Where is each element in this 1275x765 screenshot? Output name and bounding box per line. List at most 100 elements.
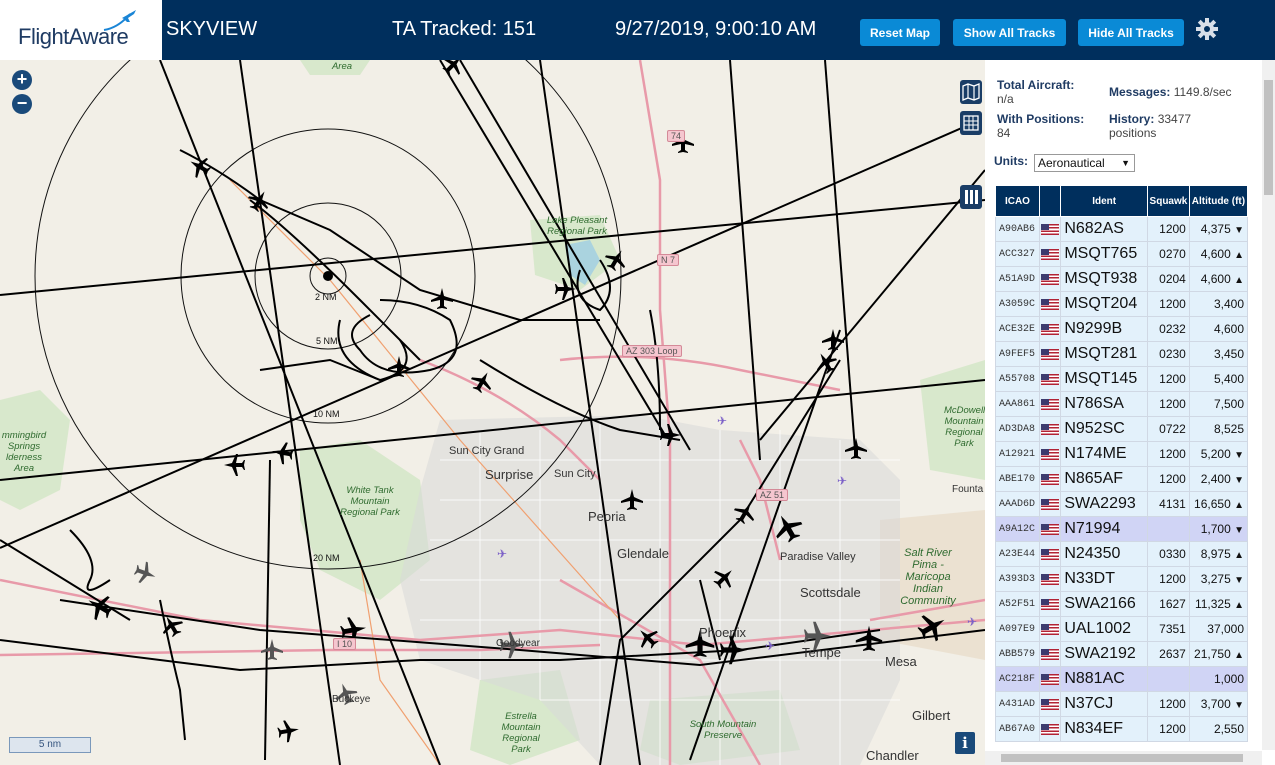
icao-cell: AB67A0 [995,716,1040,742]
table-row[interactable]: AC218F N881AC 1,000 [995,666,1249,692]
squawk-cell: 1200 [1147,716,1190,742]
us-flag-icon [1040,598,1059,610]
flag-cell [1038,391,1062,417]
sidebar-toggle-button[interactable] [960,185,982,209]
zoom-out-button[interactable]: − [12,94,32,114]
sidebar-horizontal-scrollbar[interactable] [985,751,1262,765]
us-flag-icon [1040,723,1059,735]
aircraft-icon[interactable] [601,244,632,275]
grid-toggle-button[interactable] [960,111,982,135]
ident-cell: N24350 [1060,541,1149,567]
aircraft-icon[interactable] [184,151,215,182]
table-row[interactable]: A431AD N37CJ 1200 3,700 ▼ [995,691,1249,717]
aircraft-icon[interactable] [845,438,867,459]
aircraft-icon[interactable] [270,440,295,466]
aircraft-icon[interactable] [913,607,952,646]
sidebar-vertical-scrollbar[interactable] [1262,60,1275,750]
table-row[interactable]: A393D3 N33DT 1200 3,275 ▼ [995,566,1249,592]
aircraft-icon[interactable] [244,185,275,216]
flightaware-logo[interactable]: FlightAware [0,0,162,60]
aircraft-icon[interactable] [156,610,187,641]
aircraft-icon[interactable] [131,559,160,588]
column-header-squawk[interactable]: Squawk [1147,185,1190,217]
gear-icon[interactable] [1195,17,1219,41]
show-all-tracks-button[interactable]: Show All Tracks [953,19,1066,46]
altitude-trend-icon: ▲ [1234,500,1244,511]
ident-cell: SWA2293 [1060,491,1149,517]
icao-cell: A3059C [995,291,1040,317]
hide-all-tracks-button[interactable]: Hide All Tracks [1078,19,1184,46]
squawk-cell: 0232 [1147,316,1190,342]
table-row[interactable]: A90AB6 N682AS 1200 4,375 ▼ [995,216,1249,242]
units-select[interactable]: Aeronautical ▼ [1034,154,1135,172]
column-header-flag[interactable] [1038,185,1062,217]
aircraft-icon[interactable] [768,508,807,547]
column-header-altitude[interactable]: Altitude (ft) [1188,185,1249,217]
table-row[interactable]: AAAD6D SWA2293 4131 16,650 ▲ [995,491,1249,517]
table-row[interactable]: A52F51 SWA2166 1627 11,325 ▲ [995,591,1249,617]
ident-cell: N71994 [1060,516,1149,542]
aircraft-icon[interactable] [276,718,301,744]
flag-cell [1038,666,1062,692]
road-shield: AZ 303 Loop [622,345,682,357]
table-row[interactable]: A3059C MSQT204 1200 3,400 [995,291,1249,317]
altitude-value: 3,275 [1200,572,1231,586]
icao-cell: A52F51 [995,591,1040,617]
table-row[interactable]: ACE32E N9299B 0232 4,600 [995,316,1249,342]
aircraft-icon[interactable] [431,288,453,309]
flag-cell [1038,466,1062,492]
aircraft-icon[interactable] [632,622,663,653]
aircraft-icon[interactable] [822,329,844,350]
table-row[interactable]: AD3DA8 N952SC 0722 8,525 [995,416,1249,442]
table-row[interactable]: ABB579 SWA2192 2637 21,750 ▲ [995,641,1249,667]
aircraft-icon[interactable] [709,562,740,593]
table-row[interactable]: ACC327 MSQT765 0270 4,600 ▲ [995,241,1249,267]
flag-cell [1038,366,1062,392]
aircraft-icon[interactable] [660,424,681,446]
map-layers-button[interactable] [960,80,982,104]
column-header-icao[interactable]: ICAO [995,185,1040,217]
scale-bar: 5 nm [9,737,91,753]
us-flag-icon [1040,398,1059,410]
table-row[interactable]: AB67A0 N834EF 1200 2,550 [995,716,1249,742]
aircraft-icon[interactable] [388,356,410,377]
table-row[interactable]: ABE170 N865AF 1200 2,400 ▼ [995,466,1249,492]
icao-cell: AD3DA8 [995,416,1040,442]
aircraft-icon[interactable] [855,625,883,651]
aircraft-icon[interactable] [555,278,576,300]
zoom-in-button[interactable]: + [12,70,32,90]
table-row[interactable]: A9A12C N71994 1,700 ▼ [995,516,1249,542]
table-row[interactable]: AAA861 N786SA 1200 7,500 [995,391,1249,417]
table-row[interactable]: A9FEF5 MSQT281 0230 3,450 [995,341,1249,367]
aircraft-icon[interactable] [261,639,283,660]
info-icon[interactable]: i [955,732,975,754]
ident-cell: N33DT [1060,566,1149,592]
table-row[interactable]: A12921 N174ME 1200 5,200 ▼ [995,441,1249,467]
table-row[interactable]: A55708 MSQT145 1200 5,400 [995,366,1249,392]
aircraft-icon[interactable] [224,454,245,476]
flag-cell [1038,491,1062,517]
squawk-cell [1147,666,1190,692]
table-row[interactable]: A097E9 UAL1002 7351 37,000 [995,616,1249,642]
table-row[interactable]: A51A9D MSQT938 0204 4,600 ▲ [995,266,1249,292]
altitude-cell: 1,700 ▼ [1188,516,1249,542]
altitude-trend-icon: ▲ [1234,275,1244,286]
scrollbar-thumb[interactable] [1264,80,1273,195]
scrollbar-thumb[interactable] [1001,754,1243,762]
us-flag-icon [1040,248,1059,260]
aircraft-icon[interactable] [730,497,761,528]
aircraft-icon[interactable] [438,60,469,80]
table-row[interactable]: A23E44 N24350 0330 8,975 ▲ [995,541,1249,567]
reset-map-button[interactable]: Reset Map [860,19,940,46]
us-flag-icon [1040,548,1059,560]
aircraft-icon[interactable] [467,366,498,397]
aircraft-icon[interactable] [621,489,643,510]
ring-label-2nm: 2 NM [315,292,337,302]
aircraft-icon[interactable] [81,588,117,625]
squawk-cell: 1200 [1147,566,1190,592]
us-flag-icon [1040,523,1059,535]
icao-cell: A55708 [995,366,1040,392]
map-canvas[interactable]: ✈ ✈ ✈ ✈ ✈ 2 NM 5 NM 10 NM 20 NM Sun City… [0,60,985,765]
column-header-ident[interactable]: Ident [1060,185,1149,217]
aircraft-icon[interactable] [810,347,841,378]
